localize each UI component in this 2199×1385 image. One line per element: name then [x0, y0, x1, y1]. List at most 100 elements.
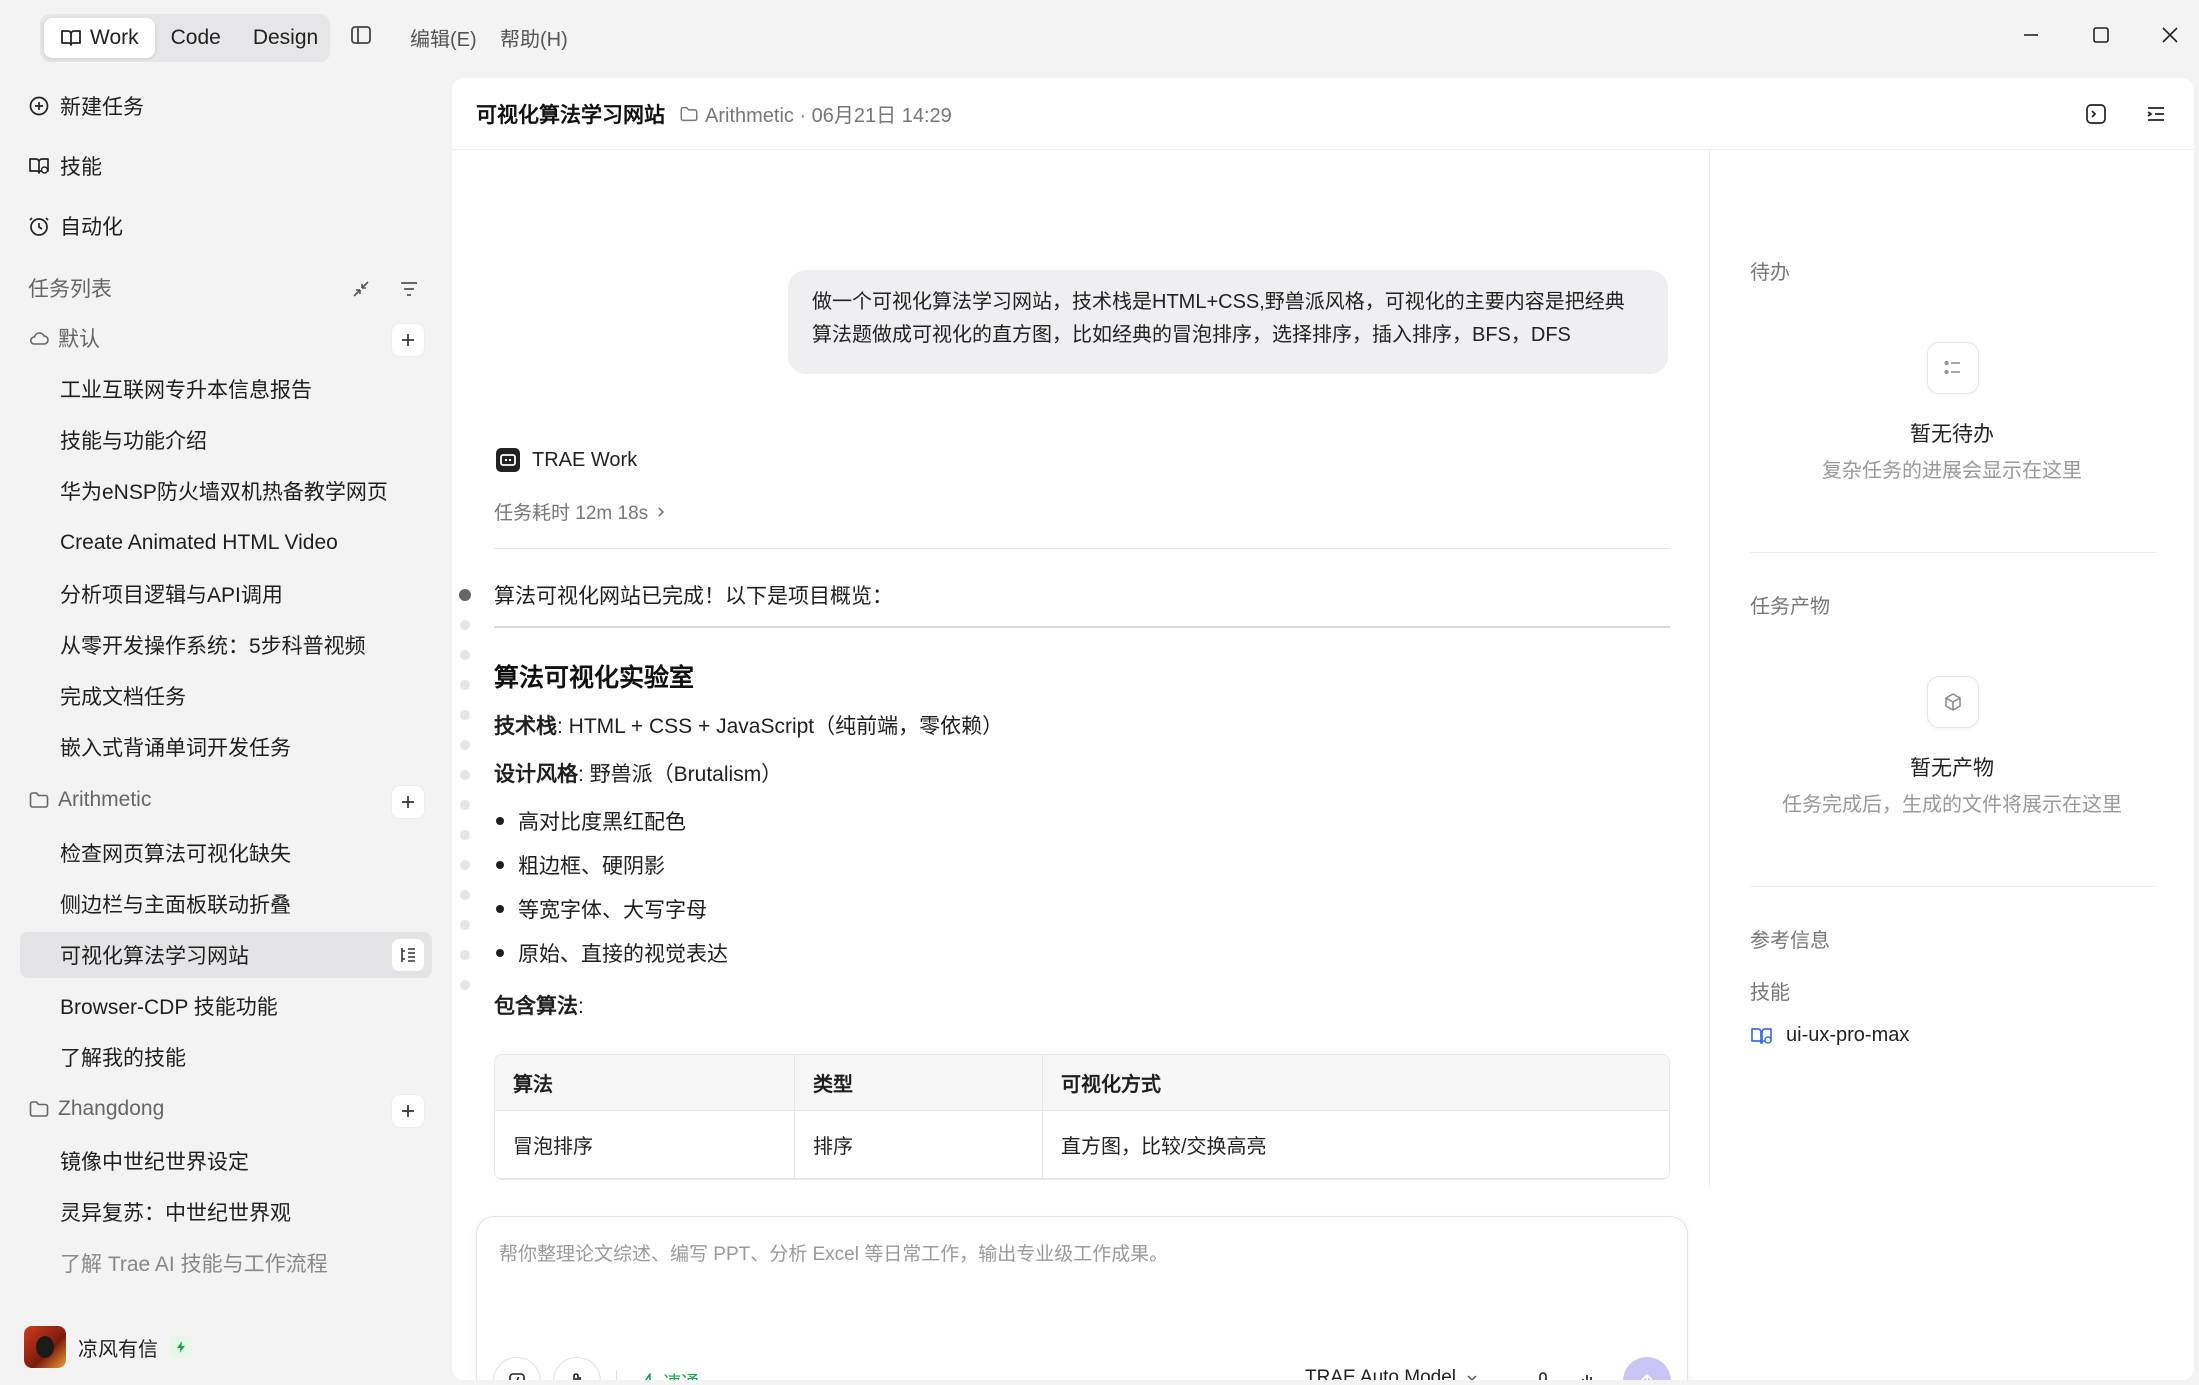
timeline-dot[interactable] [460, 890, 470, 900]
task-duration[interactable]: 任务耗时 12m 18s [494, 498, 666, 525]
slash-command-button[interactable] [493, 1357, 541, 1380]
task-item[interactable]: 镜像中世纪世界设定 [20, 1138, 432, 1184]
minimize-icon[interactable] [2016, 20, 2046, 50]
model-select[interactable]: TRAE Auto Model [1305, 1367, 1478, 1380]
timeline-dot[interactable] [460, 860, 470, 870]
task-item[interactable]: Create Animated HTML Video [20, 520, 432, 566]
mode-design-button[interactable]: Design [237, 18, 334, 58]
mode-code-button[interactable]: Code [155, 18, 237, 58]
task-item[interactable]: 工业互联网专升本信息报告 [20, 366, 432, 412]
task-item[interactable]: 了解 Trae AI 技能与工作流程 [20, 1240, 432, 1286]
table-row: 冒泡排序 排序 直方图，比较/交换高亮 [495, 1111, 1669, 1179]
task-item[interactable]: 检查网页算法可视化缺失 [20, 830, 432, 876]
task-item[interactable]: 嵌入式背诵单词开发任务 [20, 724, 432, 770]
voice-wave-icon[interactable] [1577, 1369, 1601, 1380]
task-item[interactable]: 分析项目逻辑与API调用 [20, 571, 432, 617]
algorithms-label: 包含算法 [494, 995, 578, 1018]
timeline-dot[interactable] [460, 740, 470, 750]
divider [1750, 886, 2156, 887]
folder-icon [679, 104, 699, 124]
algorithm-table: 算法 类型 可视化方式 冒泡排序 排序 直方图，比较/交换高亮 [494, 1054, 1670, 1180]
task-item[interactable]: 华为eNSP防火墙双机热备教学网页 [20, 468, 432, 514]
timeline-dot[interactable] [460, 770, 470, 780]
task-item[interactable]: 灵异复苏：中世纪世界观 [20, 1189, 432, 1235]
sidebar-automation[interactable]: 自动化 [28, 204, 123, 248]
task-item-label: 从零开发操作系统：5步科普视频 [60, 635, 366, 658]
timeline-dot[interactable] [460, 650, 470, 660]
chevron-down-icon [1466, 1373, 1478, 1380]
task-list-header: 任务列表 [28, 268, 428, 308]
group-zhangdong-name: Zhangdong [58, 1097, 165, 1120]
task-item[interactable]: Browser-CDP 技能功能 [20, 983, 432, 1029]
microphone-icon[interactable] [1531, 1369, 1555, 1380]
task-item-active[interactable]: 可视化算法学习网站 [20, 932, 432, 978]
sidebar-skills[interactable]: 技能 [28, 144, 102, 188]
agent-header: TRAE Work [494, 446, 637, 474]
send-button[interactable] [1623, 1357, 1671, 1380]
speed-mode-toggle[interactable]: 速通 [641, 1369, 699, 1380]
sidebar-new-task[interactable]: 新建任务 [28, 84, 144, 128]
user-name: 凉风有信 [78, 1338, 158, 1361]
skill-link[interactable]: ui-ux-pro-max [1750, 1024, 1909, 1047]
group-default-header[interactable]: 默认 [28, 318, 428, 358]
task-meta-text: Arithmetic · 06月21日 14:29 [705, 105, 952, 127]
task-item[interactable]: 技能与功能介绍 [20, 417, 432, 463]
timeline-dot[interactable] [460, 950, 470, 960]
automation-label: 自动化 [60, 216, 123, 239]
doc-heading: 算法可视化实验室 [494, 664, 695, 692]
speed-mode-label: 速通 [663, 1369, 699, 1380]
task-item-label: 嵌入式背诵单词开发任务 [60, 737, 291, 760]
table-header-cell: 可视化方式 [1043, 1055, 1669, 1111]
todo-title: 待办 [1750, 262, 1790, 284]
main-panel: 可视化算法学习网站 Arithmetic · 06月21日 14:29 做一个可… [452, 78, 2194, 1380]
task-item[interactable]: 侧边栏与主面板联动折叠 [20, 881, 432, 927]
plus-circle-icon [28, 95, 50, 117]
menu-edit[interactable]: 编辑(E) [410, 23, 477, 52]
task-item[interactable]: 从零开发操作系统：5步科普视频 [20, 622, 432, 668]
add-task-zhangdong-button[interactable] [392, 1095, 424, 1127]
add-task-arithmetic-button[interactable] [392, 786, 424, 818]
mode-switch: Work Code Design [40, 14, 330, 62]
terminal-icon[interactable] [2082, 100, 2110, 128]
page-title: 可视化算法学习网站 [476, 103, 665, 127]
collapse-icon[interactable] [350, 278, 372, 300]
task-item-label: Create Animated HTML Video [60, 531, 338, 554]
composer-input[interactable] [499, 1239, 1659, 1329]
panel-list-icon[interactable] [2142, 100, 2170, 128]
divider [494, 626, 1670, 628]
task-item[interactable]: 了解我的技能 [20, 1034, 432, 1080]
mode-work-button[interactable]: Work [44, 18, 155, 58]
menu-help[interactable]: 帮助(H) [500, 23, 568, 52]
task-item[interactable]: 完成文档任务 [20, 673, 432, 719]
task-item-label: 侧边栏与主面板联动折叠 [60, 894, 291, 917]
group-arithmetic-name: Arithmetic [58, 788, 152, 811]
maximize-icon[interactable] [2086, 20, 2116, 50]
close-icon[interactable] [2155, 20, 2185, 50]
timeline-dot[interactable] [460, 710, 470, 720]
mode-code-label: Code [170, 26, 221, 49]
skill-name: ui-ux-pro-max [1786, 1024, 1910, 1046]
group-arithmetic-header[interactable]: Arithmetic [28, 780, 428, 820]
user-profile[interactable]: 凉风有信 [24, 1326, 192, 1368]
list-item-text: 粗边框、硬阴影 [518, 855, 665, 878]
sidebar-toggle-icon[interactable] [348, 22, 374, 48]
list-item: 高对比度黑红配色 [496, 806, 686, 836]
task-item-label: Browser-CDP 技能功能 [60, 996, 278, 1019]
algorithms-line: 包含算法: [494, 990, 584, 1020]
timeline-dot[interactable] [460, 680, 470, 690]
timeline-dot[interactable] [460, 620, 470, 630]
timeline-dot[interactable] [460, 920, 470, 930]
timeline-dot[interactable] [460, 830, 470, 840]
attach-button[interactable] [553, 1357, 601, 1380]
timeline-dot[interactable] [460, 800, 470, 810]
composer: 速通 TRAE Auto Model [476, 1216, 1688, 1380]
task-item-label: 可视化算法学习网站 [60, 945, 249, 968]
task-outline-icon[interactable] [392, 939, 424, 971]
timeline-dot[interactable] [459, 589, 471, 601]
timeline-dot[interactable] [460, 980, 470, 990]
group-zhangdong-header[interactable]: Zhangdong [28, 1089, 428, 1129]
add-task-default-button[interactable] [392, 324, 424, 356]
list-item-text: 原始、直接的视觉表达 [518, 943, 728, 966]
list-item: 粗边框、硬阴影 [496, 850, 665, 880]
filter-icon[interactable] [398, 278, 420, 300]
